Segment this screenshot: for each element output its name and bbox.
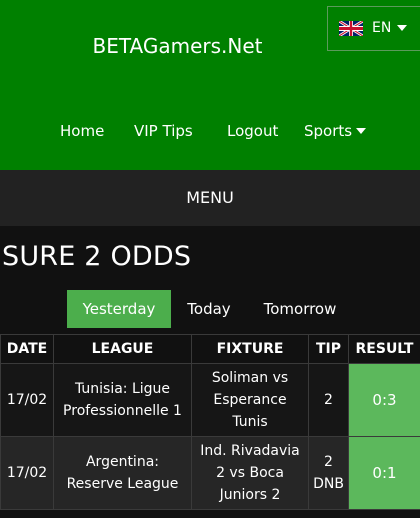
chevron-down-icon: [356, 128, 367, 134]
table-row: 17/02 Argentina: Reserve League Ind. Riv…: [0, 436, 420, 510]
cell-result: 0:3: [348, 363, 420, 437]
main-nav: Home VIP Tips Logout Sports: [0, 122, 420, 142]
tab-tomorrow[interactable]: Tomorrow: [252, 290, 348, 328]
tab-today[interactable]: Today: [177, 290, 241, 328]
menu-toggle[interactable]: MENU: [0, 170, 420, 226]
chevron-down-icon: [397, 25, 407, 31]
tips-table: DATE LEAGUE FIXTURE TIP RESULT 17/02 Tun…: [0, 334, 420, 510]
language-selector[interactable]: EN: [327, 6, 420, 51]
tab-yesterday[interactable]: Yesterday: [67, 290, 171, 328]
nav-vip-tips[interactable]: VIP Tips: [134, 122, 193, 140]
cell-result: 0:1: [348, 436, 420, 510]
cell-fixture: Soliman vs Esperance Tunis: [191, 363, 309, 437]
column-header-league: LEAGUE: [53, 334, 192, 364]
language-label: EN: [372, 20, 392, 36]
cell-date: 17/02: [0, 436, 54, 510]
site-header: BETAGamers.Net EN Home VIP Tips Logout S…: [0, 0, 420, 170]
uk-flag-icon: [339, 21, 363, 36]
cell-fixture: Ind. Rivadavia 2 vs Boca Juniors 2: [191, 436, 309, 510]
cell-date: 17/02: [0, 363, 54, 437]
table-row: 17/02 Tunisia: Ligue Professionnelle 1 S…: [0, 363, 420, 437]
cell-league: Tunisia: Ligue Professionnelle 1: [53, 363, 192, 437]
column-header-date: DATE: [0, 334, 54, 364]
column-header-tip: TIP: [308, 334, 349, 364]
nav-sports[interactable]: Sports: [304, 122, 367, 140]
site-brand[interactable]: BETAGamers.Net: [0, 34, 355, 58]
page-title: SURE 2 ODDS: [2, 241, 192, 272]
column-header-result: RESULT: [348, 334, 420, 364]
table-header-row: DATE LEAGUE FIXTURE TIP RESULT: [0, 334, 420, 364]
nav-home[interactable]: Home: [60, 122, 104, 140]
cell-tip: 2 DNB: [308, 436, 349, 510]
cell-tip: 2: [308, 363, 349, 437]
nav-logout[interactable]: Logout: [227, 122, 278, 140]
column-header-fixture: FIXTURE: [191, 334, 309, 364]
cell-league: Argentina: Reserve League: [53, 436, 192, 510]
nav-sports-label: Sports: [304, 122, 353, 140]
